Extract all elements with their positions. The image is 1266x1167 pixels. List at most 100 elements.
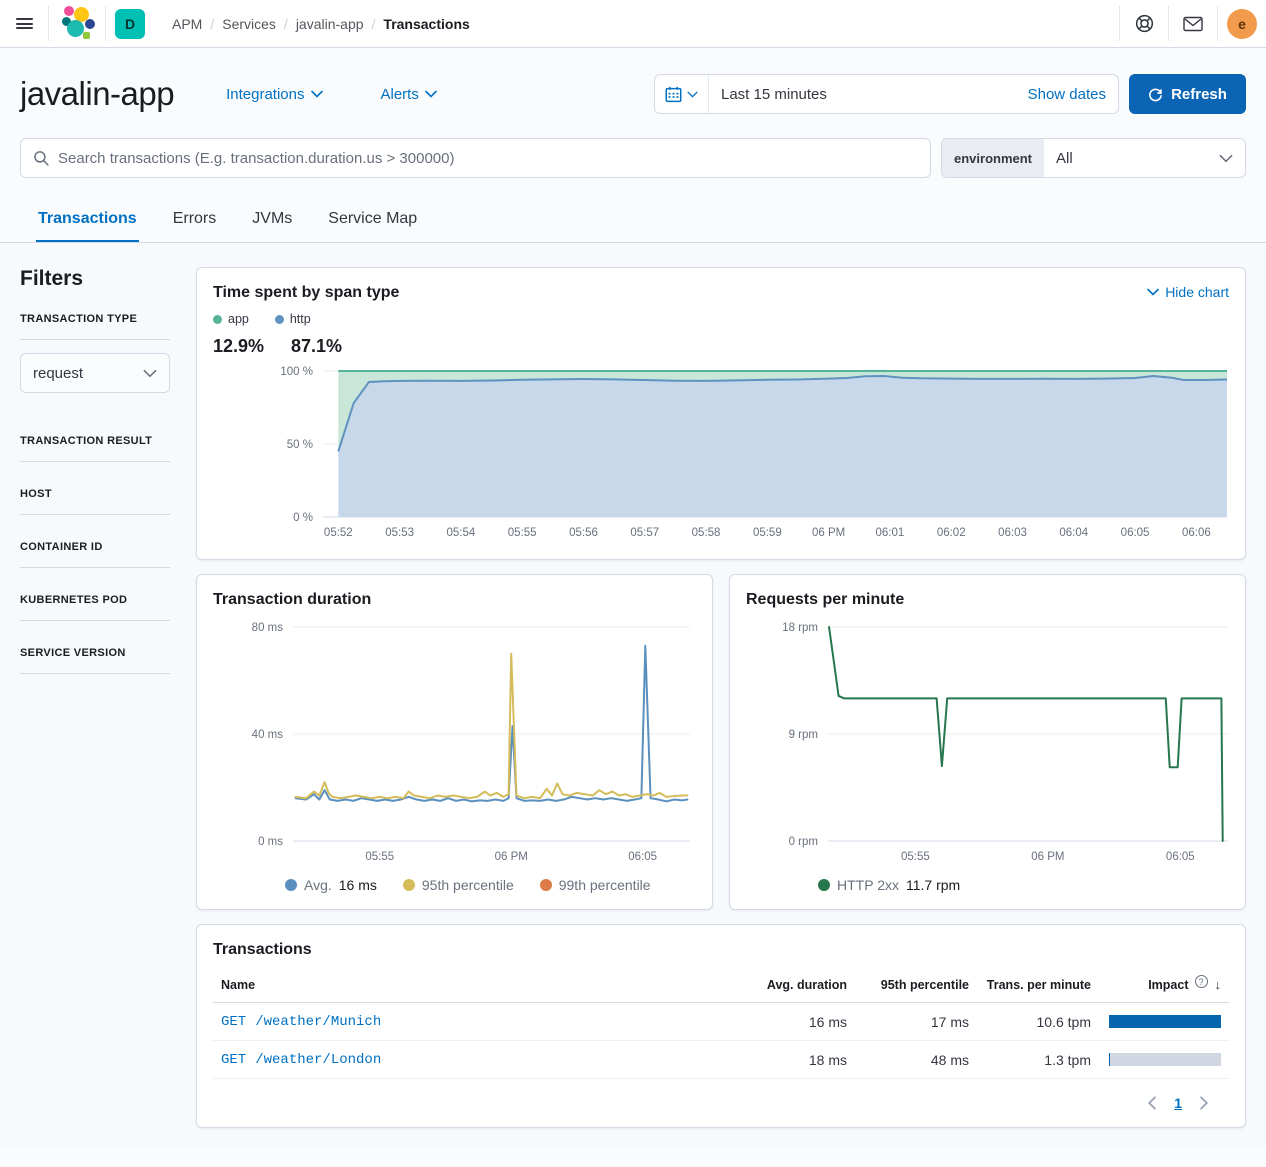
elastic-logo-icon bbox=[58, 6, 96, 42]
legend-item-http[interactable]: http bbox=[275, 312, 311, 326]
chevron-down-icon bbox=[311, 90, 323, 98]
refresh-button[interactable]: Refresh bbox=[1129, 74, 1246, 114]
column-header-impact[interactable]: Impact ? ↓ bbox=[1091, 977, 1221, 992]
svg-text:05:58: 05:58 bbox=[692, 527, 721, 539]
user-menu[interactable]: e bbox=[1218, 0, 1266, 47]
transaction-type-select[interactable]: request bbox=[20, 353, 170, 393]
svg-text:06:06: 06:06 bbox=[1182, 527, 1211, 539]
transaction-link-london[interactable]: GET/weather/London bbox=[221, 1052, 381, 1068]
search-input[interactable] bbox=[58, 150, 918, 167]
filters-sidebar: Filters TRANSACTION TYPE request TRANSAC… bbox=[20, 267, 170, 1128]
newsfeed-button[interactable] bbox=[1169, 0, 1217, 47]
environment-select[interactable]: environment All bbox=[941, 138, 1246, 178]
column-header-95th-percentile[interactable]: 95th percentile bbox=[847, 978, 969, 992]
filter-label-kubernetes-pod[interactable]: KUBERNETES POD bbox=[20, 594, 170, 606]
transaction-type-value: request bbox=[33, 365, 83, 382]
search-box bbox=[20, 138, 931, 178]
divider bbox=[20, 620, 170, 621]
p99-legend-dot bbox=[540, 879, 552, 891]
time-range-value[interactable]: Last 15 minutes bbox=[709, 75, 1016, 113]
legend-item-http2xx[interactable]: HTTP 2xx 11.7 rpm bbox=[818, 877, 960, 893]
transaction-duration-chart[interactable]: 0 ms40 ms80 ms05:5506 PM06:05 bbox=[213, 619, 695, 867]
impact-cell bbox=[1091, 1015, 1221, 1028]
column-header-name[interactable]: Name bbox=[221, 978, 725, 992]
menu-hamburger-icon[interactable] bbox=[0, 0, 48, 47]
svg-text:9 rpm: 9 rpm bbox=[789, 729, 818, 741]
svg-text:05:56: 05:56 bbox=[569, 527, 598, 539]
span-chart-legend: app http bbox=[213, 312, 1229, 326]
calendar-icon bbox=[665, 86, 682, 103]
svg-text:0 ms: 0 ms bbox=[258, 836, 283, 848]
deployment-switcher[interactable]: D bbox=[106, 0, 154, 47]
breadcrumb-separator: / bbox=[284, 16, 288, 32]
requests-per-minute-chart[interactable]: 0 rpm9 rpm18 rpm05:5506 PM06:05 bbox=[746, 619, 1233, 867]
transaction-name-cell: GET/weather/Munich bbox=[221, 1014, 725, 1030]
legend-item-app[interactable]: app bbox=[213, 312, 249, 326]
breadcrumb-service-name[interactable]: javalin-app bbox=[296, 16, 364, 32]
filter-label-host[interactable]: HOST bbox=[20, 488, 170, 500]
main-content: Time spent by span type Hide chart app h… bbox=[196, 267, 1246, 1128]
impact-header-label: Impact bbox=[1148, 978, 1188, 992]
hide-chart-button[interactable]: Hide chart bbox=[1147, 284, 1229, 300]
mail-icon bbox=[1183, 16, 1203, 32]
avg-duration-cell: 18 ms bbox=[725, 1052, 847, 1068]
show-dates-button[interactable]: Show dates bbox=[1016, 75, 1118, 113]
life-ring-icon bbox=[1135, 14, 1154, 33]
span-chart-title: Time spent by span type bbox=[213, 284, 399, 302]
filter-label-service-version[interactable]: SERVICE VERSION bbox=[20, 647, 170, 659]
refresh-icon bbox=[1148, 87, 1163, 102]
svg-text:0 rpm: 0 rpm bbox=[789, 836, 818, 848]
impact-help-icon[interactable]: ? bbox=[1195, 975, 1208, 988]
legend-item-95th[interactable]: 95th percentile bbox=[403, 877, 514, 893]
legend-item-99th[interactable]: 99th percentile bbox=[540, 877, 651, 893]
transaction-link-munich[interactable]: GET/weather/Munich bbox=[221, 1014, 381, 1030]
pagination: 1 bbox=[213, 1095, 1229, 1111]
breadcrumb-separator: / bbox=[372, 16, 376, 32]
alerts-label: Alerts bbox=[381, 86, 419, 103]
avatar: e bbox=[1227, 9, 1257, 39]
svg-text:06:03: 06:03 bbox=[998, 527, 1027, 539]
alerts-menu[interactable]: Alerts bbox=[381, 86, 437, 103]
svg-text:80 ms: 80 ms bbox=[252, 622, 284, 634]
http-percentage: 87.1% bbox=[291, 336, 369, 357]
transactions-table: Name Avg. duration 95th percentile Trans… bbox=[213, 971, 1229, 1079]
span-type-chart[interactable]: 0 %50 %100 %05:5205:5305:5405:5505:5605:… bbox=[213, 363, 1229, 543]
svg-text:40 ms: 40 ms bbox=[252, 729, 284, 741]
search-icon bbox=[33, 150, 50, 167]
date-quick-select-button[interactable] bbox=[655, 75, 709, 113]
previous-page-icon[interactable] bbox=[1147, 1096, 1156, 1110]
filter-label-transaction-type: TRANSACTION TYPE bbox=[20, 313, 170, 325]
table-row: GET/weather/Munich 16 ms 17 ms 10.6 tpm bbox=[213, 1003, 1229, 1041]
breadcrumb-services[interactable]: Services bbox=[222, 16, 276, 32]
legend-item-avg[interactable]: Avg. 16 ms bbox=[285, 877, 377, 893]
avg-duration-cell: 16 ms bbox=[725, 1014, 847, 1030]
avg-legend-value: 16 ms bbox=[339, 877, 377, 893]
tab-service-map[interactable]: Service Map bbox=[326, 200, 419, 242]
column-header-avg-duration[interactable]: Avg. duration bbox=[725, 978, 847, 992]
svg-text:06 PM: 06 PM bbox=[812, 527, 845, 539]
svg-text:05:57: 05:57 bbox=[630, 527, 659, 539]
column-header-tpm[interactable]: Trans. per minute bbox=[969, 978, 1091, 992]
divider bbox=[20, 673, 170, 674]
filters-heading: Filters bbox=[20, 267, 170, 291]
tab-errors[interactable]: Errors bbox=[171, 200, 219, 242]
impact-bar-track bbox=[1109, 1015, 1221, 1028]
refresh-label: Refresh bbox=[1171, 86, 1227, 103]
filter-label-transaction-result[interactable]: TRANSACTION RESULT bbox=[20, 435, 170, 447]
svg-text:06:04: 06:04 bbox=[1059, 527, 1088, 539]
http2xx-legend-value: 11.7 rpm bbox=[906, 877, 960, 893]
date-picker: Last 15 minutes Show dates bbox=[654, 74, 1119, 114]
page-number-1[interactable]: 1 bbox=[1174, 1095, 1182, 1111]
impact-bar-track bbox=[1109, 1053, 1221, 1066]
elastic-logo[interactable] bbox=[49, 0, 105, 47]
filter-label-container-id[interactable]: CONTAINER ID bbox=[20, 541, 170, 553]
svg-text:06:02: 06:02 bbox=[937, 527, 966, 539]
help-button[interactable] bbox=[1120, 0, 1168, 47]
tab-jvms[interactable]: JVMs bbox=[250, 200, 294, 242]
tab-transactions[interactable]: Transactions bbox=[36, 200, 139, 242]
deployment-badge: D bbox=[115, 9, 145, 39]
svg-text:100 %: 100 % bbox=[280, 366, 313, 378]
next-page-icon[interactable] bbox=[1200, 1096, 1209, 1110]
integrations-menu[interactable]: Integrations bbox=[226, 86, 322, 103]
breadcrumb-apm[interactable]: APM bbox=[172, 16, 202, 32]
